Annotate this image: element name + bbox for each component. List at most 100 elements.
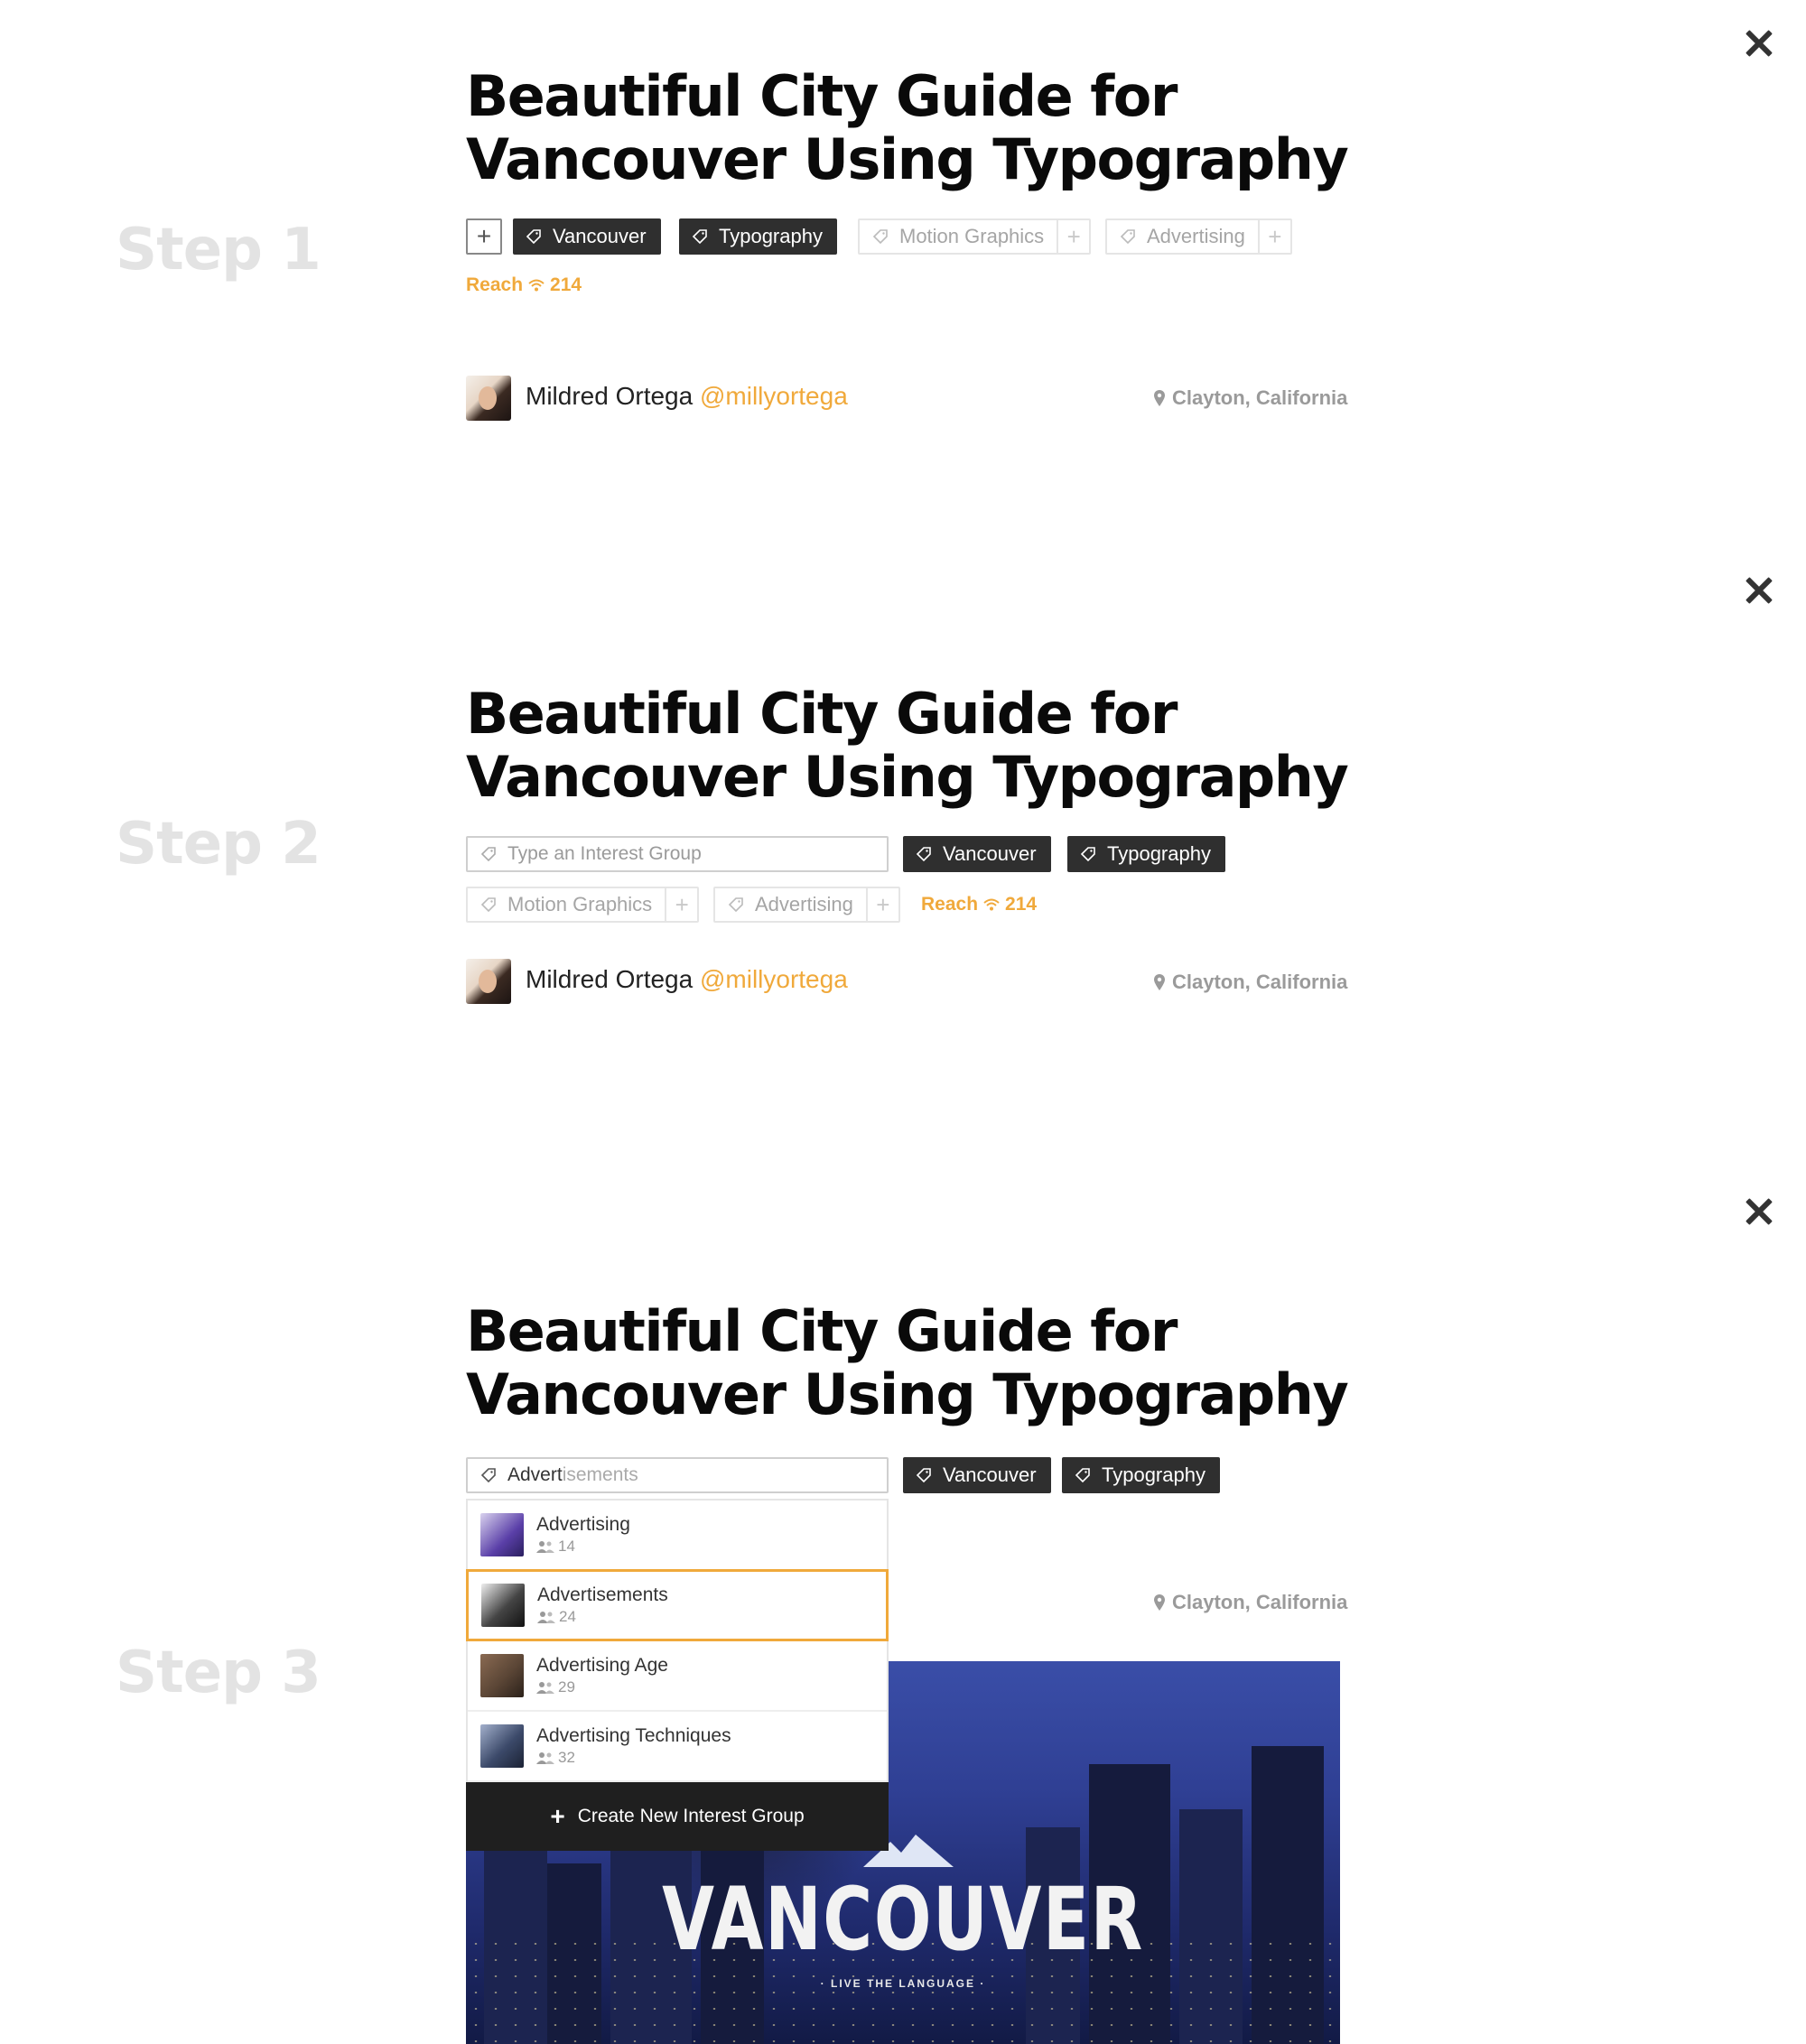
title-line-2: Vancouver Using Typography xyxy=(466,1361,1349,1427)
author-byline: Mildred Ortega @millyortega xyxy=(526,965,848,994)
tag-icon xyxy=(1075,1468,1090,1483)
tag-icon xyxy=(480,1468,496,1483)
author-name[interactable]: Mildred Ortega xyxy=(526,965,693,993)
hero-title: VANCOUVER xyxy=(662,1869,1144,1970)
member-count: 24 xyxy=(537,1608,668,1626)
tag-icon xyxy=(916,847,931,862)
location-pin-icon xyxy=(1154,1594,1165,1611)
group-thumbnail xyxy=(480,1513,524,1556)
author-handle[interactable]: @millyortega xyxy=(700,382,848,410)
create-label: Create New Interest Group xyxy=(577,1806,805,1826)
tag-icon xyxy=(480,847,496,862)
reach-value: 214 xyxy=(550,274,582,295)
plus-icon: + xyxy=(550,1802,565,1830)
title-line-1: Beautiful City Guide for xyxy=(466,63,1178,129)
author-byline: Mildred Ortega @millyortega xyxy=(526,382,848,411)
tag-label: Typography xyxy=(1102,1463,1206,1486)
tag-icon xyxy=(526,229,541,245)
location-label: Clayton, California xyxy=(1172,1591,1348,1613)
tag-typography[interactable]: Typography xyxy=(1062,1457,1220,1493)
option-name: Advertising Age xyxy=(536,1655,668,1676)
input-placeholder: Type an Interest Group xyxy=(507,843,702,864)
tag-label: Typography xyxy=(1107,842,1211,865)
reach-indicator: Reach 214 xyxy=(466,274,582,296)
tag-label: Advertising xyxy=(1147,225,1245,247)
title-line-1: Beautiful City Guide for xyxy=(466,1298,1178,1364)
tag-suggestion-advertising[interactable]: Advertising + xyxy=(713,887,900,923)
people-icon xyxy=(536,1752,554,1764)
interest-group-dropdown: Advertising 14 Advertisements 24 Adverti… xyxy=(466,1499,889,1851)
dropdown-option-selected[interactable]: Advertisements 24 xyxy=(466,1569,889,1641)
tag-label: Typography xyxy=(719,225,823,247)
location-pin-icon xyxy=(1154,390,1165,406)
page-title: Beautiful City Guide for Vancouver Using… xyxy=(466,683,1351,809)
title-line-2: Vancouver Using Typography xyxy=(466,744,1349,810)
reach-value: 214 xyxy=(1005,894,1038,915)
member-count: 32 xyxy=(536,1749,731,1767)
location-label: Clayton, California xyxy=(1172,386,1348,409)
avatar[interactable] xyxy=(466,959,511,1004)
tag-icon xyxy=(872,229,888,245)
close-icon[interactable] xyxy=(1741,572,1777,609)
member-count-value: 29 xyxy=(558,1678,575,1696)
tag-typography[interactable]: Typography xyxy=(679,218,837,255)
member-count: 14 xyxy=(536,1538,630,1556)
option-name: Advertising xyxy=(536,1514,630,1535)
tag-label: Vancouver xyxy=(943,842,1037,865)
plus-icon[interactable]: + xyxy=(1257,220,1290,253)
wifi-icon xyxy=(528,279,545,292)
create-interest-group-button[interactable]: + Create New Interest Group xyxy=(466,1782,889,1851)
plus-icon[interactable]: + xyxy=(1057,220,1089,253)
step-1-label: Step 1 xyxy=(116,217,321,283)
people-icon xyxy=(537,1612,555,1623)
option-name: Advertising Techniques xyxy=(536,1725,731,1746)
tag-label: Vancouver xyxy=(553,225,647,247)
tag-label: Vancouver xyxy=(943,1463,1037,1486)
tag-vancouver[interactable]: Vancouver xyxy=(513,218,661,255)
tag-vancouver[interactable]: Vancouver xyxy=(903,1457,1051,1493)
tag-suggestion-motion-graphics[interactable]: Motion Graphics + xyxy=(466,887,700,923)
avatar[interactable] xyxy=(466,376,511,421)
plus-icon[interactable]: + xyxy=(865,888,898,921)
member-count-value: 14 xyxy=(558,1538,575,1555)
tag-icon xyxy=(1080,847,1095,862)
input-typed-text: Advert xyxy=(507,1464,563,1485)
people-icon xyxy=(536,1541,554,1553)
people-icon xyxy=(536,1682,554,1694)
member-count-value: 24 xyxy=(559,1608,576,1625)
location-label: Clayton, California xyxy=(1172,971,1348,993)
tag-icon xyxy=(728,897,743,913)
interest-group-input[interactable]: Type an Interest Group xyxy=(466,836,889,872)
page-title: Beautiful City Guide for Vancouver Using… xyxy=(466,65,1351,191)
dropdown-option[interactable]: Advertising 14 xyxy=(468,1500,887,1571)
step-2-label: Step 2 xyxy=(116,811,321,878)
option-name: Advertisements xyxy=(537,1584,668,1605)
dropdown-option[interactable]: Advertising Techniques 32 xyxy=(468,1712,887,1782)
member-count: 29 xyxy=(536,1678,668,1696)
title-line-2: Vancouver Using Typography xyxy=(466,126,1349,192)
reach-indicator: Reach 214 xyxy=(921,894,1037,915)
close-icon[interactable] xyxy=(1741,25,1777,61)
group-thumbnail xyxy=(480,1724,524,1768)
tag-label: Advertising xyxy=(755,893,853,915)
plus-icon[interactable]: + xyxy=(665,888,697,921)
author-name[interactable]: Mildred Ortega xyxy=(526,382,693,410)
dropdown-option[interactable]: Advertising Age 29 xyxy=(468,1641,887,1712)
location: Clayton, California xyxy=(1154,1591,1347,1614)
tag-icon xyxy=(916,1468,931,1483)
tag-label: Motion Graphics xyxy=(507,893,653,915)
author-handle[interactable]: @millyortega xyxy=(700,965,848,993)
group-thumbnail xyxy=(480,1654,524,1697)
step-3-label: Step 3 xyxy=(116,1640,321,1706)
title-line-1: Beautiful City Guide for xyxy=(466,681,1178,747)
close-icon[interactable] xyxy=(1741,1194,1777,1230)
location: Clayton, California xyxy=(1154,386,1347,410)
tag-suggestion-advertising[interactable]: Advertising + xyxy=(1105,218,1292,255)
interest-group-input[interactable]: Advert isements xyxy=(466,1457,889,1493)
hero-subtitle: · LIVE THE LANGUAGE · xyxy=(820,1977,986,1990)
page-title: Beautiful City Guide for Vancouver Using… xyxy=(466,1300,1351,1426)
tag-suggestion-motion-graphics[interactable]: Motion Graphics + xyxy=(858,218,1092,255)
tag-typography[interactable]: Typography xyxy=(1067,836,1225,872)
tag-vancouver[interactable]: Vancouver xyxy=(903,836,1051,872)
add-tag-button[interactable]: + xyxy=(466,218,502,255)
